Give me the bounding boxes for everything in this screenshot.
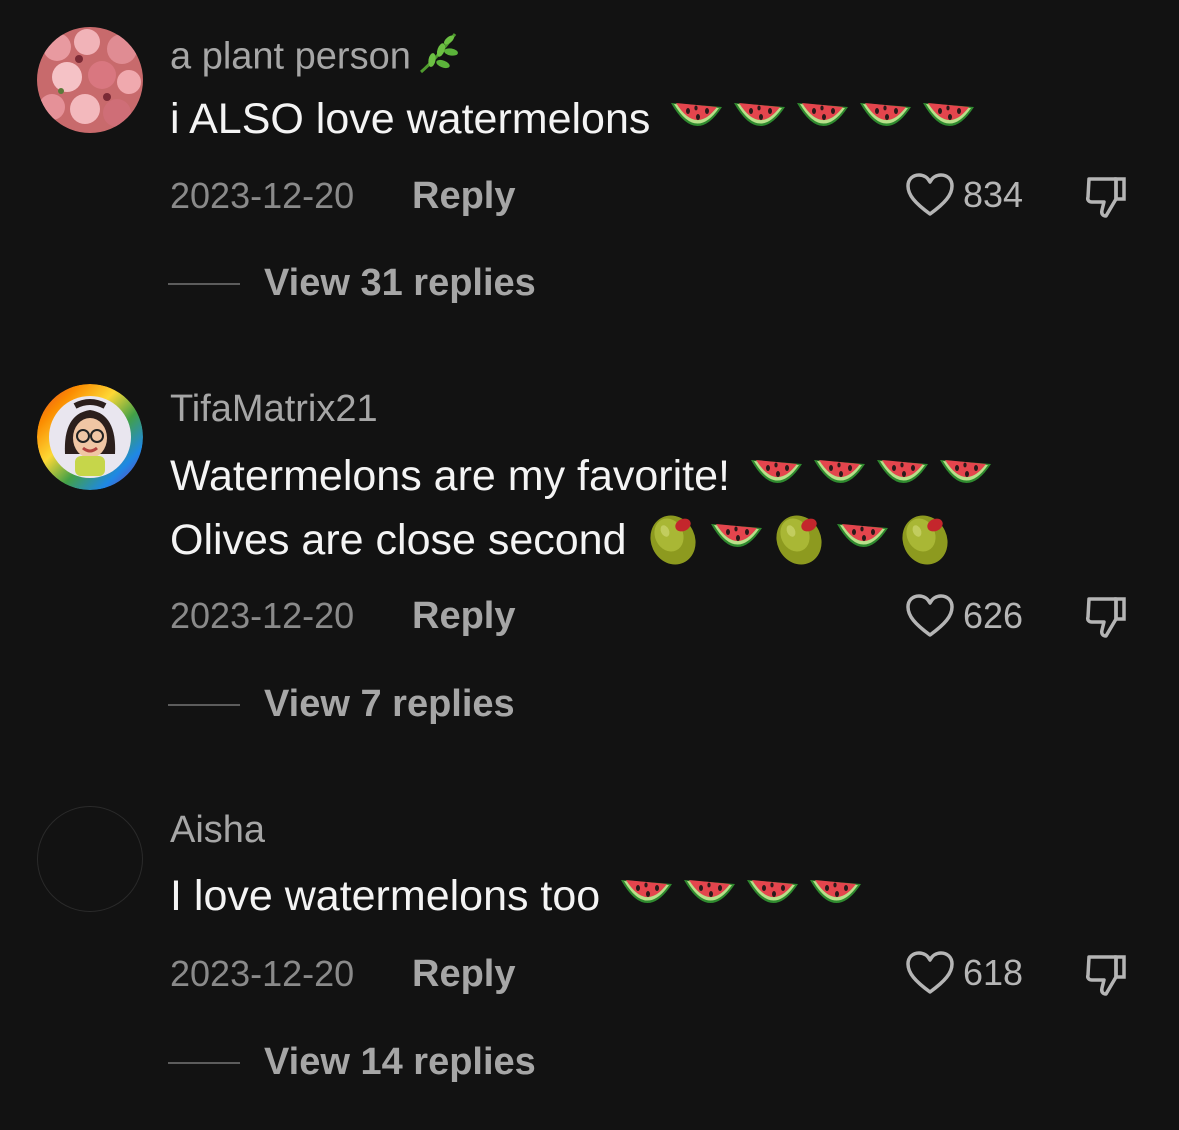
username[interactable]: a plant person: [170, 30, 461, 87]
comment-text: I love watermelons too: [170, 872, 601, 920]
watermelon-icon: [807, 874, 864, 918]
divider-line: [168, 1061, 240, 1064]
comment-body: I love watermelons too: [170, 864, 864, 928]
dislike-button[interactable]: [1083, 594, 1129, 645]
comment-text: i ALSO love watermelons: [170, 95, 651, 143]
comment-body: Watermelons are my favorite! Olives are …: [170, 444, 994, 572]
comment-body: i ALSO love watermelons: [170, 87, 977, 151]
comment-line: i ALSO love watermelons: [170, 87, 977, 151]
emoji-group: [748, 454, 994, 498]
emoji-group: [645, 513, 954, 567]
watermelon-icon: [618, 874, 675, 918]
comment-line: Olives are close second: [170, 508, 994, 572]
like-count: 834: [963, 174, 1024, 215]
divider-line: [168, 282, 240, 285]
olive-icon: [771, 513, 828, 567]
view-replies-button[interactable]: View 31 replies: [168, 262, 536, 305]
watermelon-icon: [811, 454, 868, 498]
thumbs-down-icon: [1083, 174, 1129, 220]
like-button[interactable]: 626: [905, 593, 1023, 639]
olive-icon: [897, 513, 954, 567]
comment-line: I love watermelons too: [170, 864, 864, 928]
view-replies-button[interactable]: View 14 replies: [168, 1041, 536, 1084]
comment-meta: 2023-12-20 Reply: [170, 174, 515, 218]
comment-text: Olives are close second: [170, 516, 627, 564]
heart-icon: [905, 950, 955, 996]
comment-date: 2023-12-20: [170, 953, 355, 994]
comment-date: 2023-12-20: [170, 595, 355, 636]
watermelon-icon: [681, 874, 738, 918]
like-button[interactable]: 834: [905, 172, 1023, 218]
divider-line: [168, 703, 240, 706]
comment-line: Watermelons are my favorite!: [170, 444, 994, 508]
watermelon-icon: [937, 454, 994, 498]
view-replies-label[interactable]: View 7 replies: [264, 683, 515, 726]
watermelon-icon: [874, 454, 931, 498]
watermelon-icon: [794, 97, 851, 141]
comment-text: Watermelons are my favorite!: [170, 452, 730, 500]
avatar[interactable]: [37, 806, 143, 912]
herb-icon: [415, 30, 461, 87]
view-replies-button[interactable]: View 7 replies: [168, 683, 515, 726]
watermelon-icon: [731, 97, 788, 141]
dislike-button[interactable]: [1083, 952, 1129, 1003]
username[interactable]: TifaMatrix21: [170, 386, 378, 432]
watermelon-icon: [708, 518, 765, 562]
emoji-group: [618, 874, 864, 918]
watermelon-icon: [744, 874, 801, 918]
watermelon-icon: [857, 97, 914, 141]
heart-icon: [905, 172, 955, 218]
username-text[interactable]: Aisha: [170, 809, 265, 851]
watermelon-icon: [748, 454, 805, 498]
view-replies-label[interactable]: View 31 replies: [264, 262, 536, 305]
reply-button[interactable]: Reply: [412, 594, 515, 638]
username-text[interactable]: TifaMatrix21: [170, 388, 378, 430]
like-count: 618: [963, 952, 1024, 993]
watermelon-icon: [834, 518, 891, 562]
comment-date: 2023-12-20: [170, 175, 355, 216]
view-replies-label[interactable]: View 14 replies: [264, 1041, 536, 1084]
thumbs-down-icon: [1083, 952, 1129, 998]
emoji-group: [668, 97, 977, 141]
reply-button[interactable]: Reply: [412, 174, 515, 218]
watermelon-icon: [920, 97, 977, 141]
heart-icon: [905, 593, 955, 639]
avatar[interactable]: [37, 384, 143, 490]
username[interactable]: Aisha: [170, 807, 265, 853]
olive-icon: [645, 513, 702, 567]
avatar[interactable]: [37, 27, 143, 133]
comment-meta: 2023-12-20 Reply: [170, 594, 515, 638]
comment-meta: 2023-12-20 Reply: [170, 952, 515, 996]
username-text[interactable]: a plant person: [170, 36, 411, 78]
reply-button[interactable]: Reply: [412, 952, 515, 996]
dislike-button[interactable]: [1083, 174, 1129, 225]
thumbs-down-icon: [1083, 594, 1129, 640]
like-button[interactable]: 618: [905, 950, 1023, 996]
like-count: 626: [963, 595, 1024, 636]
watermelon-icon: [668, 97, 725, 141]
